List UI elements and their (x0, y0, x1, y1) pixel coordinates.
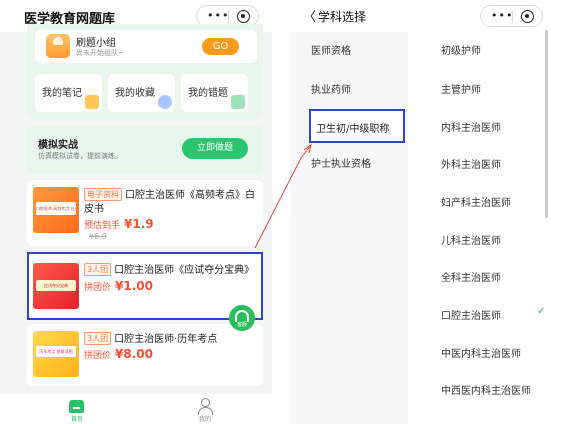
mock-exam-subtitle: 仿真模拟试卷，提前演练。 (38, 152, 122, 160)
subject-item[interactable]: 儿科主治医师 (441, 232, 501, 247)
notes-icon (85, 95, 99, 109)
category-item-doctor[interactable]: 医师资格 (311, 42, 351, 57)
my-favorites-label: 我的收藏 (115, 88, 155, 99)
category-item-label: 卫生初/中级职称 (316, 124, 390, 135)
headset-label: 客服 (236, 322, 247, 328)
category-item-nurse[interactable]: 护士执业资格 (311, 155, 371, 170)
check-icon: ✓ (537, 306, 546, 317)
more-icon[interactable]: ••• (491, 9, 513, 22)
product-price: ¥1.9 (124, 217, 154, 231)
product-card-whitepaper[interactable]: 口腔医师 高频考点 白皮书 电子资料口腔主治医师《高频考点》白皮书 预估到手¥1… (27, 180, 263, 246)
category-item-pharmacist[interactable]: 执业药师 (311, 81, 351, 96)
thumb-caption: 历年考点 思维导图 (36, 346, 76, 357)
mock-exam-title: 模拟实战 (38, 140, 78, 151)
back-icon[interactable]: 〈 (303, 6, 316, 25)
subject-item[interactable]: 全科主治医师 (441, 269, 501, 284)
tab-me[interactable]: 我的 (193, 414, 217, 423)
study-group-icon (46, 34, 70, 58)
my-favorites-button[interactable]: 我的收藏 (108, 74, 175, 112)
product-tag: 电子资料 (84, 188, 122, 201)
product-price-line: 预估到手 ¥1.9 (84, 217, 154, 231)
more-icon[interactable]: ••• (207, 9, 229, 22)
subject-item[interactable]: 外科主治医师 (441, 156, 501, 171)
left-phone-screen: 医学教育网题库 ••• 刷题小组 尚未开始组队~ GO 我的笔记 我的收藏 我的… (0, 0, 272, 424)
my-notes-label: 我的笔记 (42, 88, 82, 99)
close-miniprogram-icon[interactable] (237, 10, 250, 23)
subject-item[interactable]: 初级护师 (441, 42, 481, 57)
bottom-tab-bar: 首页 我的 (0, 394, 272, 424)
product-name: 口腔主治医师·历年考点 (114, 334, 218, 345)
product-price-line: 拼团价 ¥8.00 (84, 347, 153, 361)
right-phone-screen: 〈 学科选择 ••• 医师资格 执业药师 卫生初/中级职称 护士执业资格 初级护… (290, 0, 566, 424)
product-thumbnail: 历年考点 思维导图 (33, 331, 79, 377)
study-group-go-button[interactable]: GO (202, 38, 239, 55)
capsule-divider (512, 10, 513, 23)
subject-item[interactable]: 主管护师 (441, 81, 481, 96)
product-title: 电子资料 口腔主治医师《高频考点》白皮书 (84, 188, 260, 217)
my-mistakes-button[interactable]: 我的错题 (181, 74, 248, 112)
home-icon[interactable] (69, 400, 84, 413)
mock-exam-card[interactable]: 模拟实战 仿真模拟试卷，提前演练。 立即做题 (27, 126, 263, 174)
subject-item[interactable]: 妇产科主治医师 (441, 194, 511, 209)
scrollbar[interactable] (545, 30, 548, 218)
my-notes-button[interactable]: 我的笔记 (35, 74, 102, 112)
product-title: 3人团 口腔主治医师·历年考点 (84, 332, 260, 347)
subject-item[interactable]: 内科主治医师 (441, 119, 501, 134)
product-thumbnail: 口腔医师 高频考点 白皮书 (33, 187, 79, 233)
capsule-divider (228, 10, 229, 23)
study-group-title: 刷题小组 (76, 38, 116, 49)
customer-service-button[interactable]: 客服 (229, 305, 255, 331)
original-price: ¥6.9 (89, 232, 107, 241)
product-tag: 3人团 (84, 332, 112, 345)
tab-home[interactable]: 首页 (66, 414, 88, 423)
thumb-caption: 口腔医师 高频考点 白皮书 (36, 202, 76, 215)
subject-item[interactable]: 中西医内科主治医师 (441, 382, 531, 397)
price-label: 预估到手 (84, 221, 121, 231)
study-group-card[interactable]: 刷题小组 尚未开始组队~ GO (35, 30, 257, 63)
right-miniprogram-capsule[interactable]: ••• (480, 5, 543, 27)
subject-item[interactable]: 中医内科主治医师 (441, 345, 521, 360)
star-icon (158, 95, 172, 109)
start-practice-button[interactable]: 立即做题 (182, 138, 248, 159)
product-card-past-exams[interactable]: 历年考点 思维导图 3人团 口腔主治医师·历年考点 拼团价 ¥8.00 (27, 324, 263, 386)
subject-item-selected[interactable]: 口腔主治医师 (441, 307, 501, 322)
my-mistakes-label: 我的错题 (188, 88, 228, 99)
category-item-health-title[interactable]: 卫生初/中级职称 (309, 109, 405, 143)
study-group-subtitle: 尚未开始组队~ (76, 49, 124, 57)
mistakes-icon (231, 95, 245, 109)
close-miniprogram-icon[interactable] (521, 10, 534, 23)
product-price: ¥8.00 (115, 347, 153, 361)
profile-icon[interactable] (197, 398, 213, 415)
annotation-highlight-product (27, 252, 263, 320)
price-label: 拼团价 (84, 351, 112, 361)
page-title: 学科选择 (318, 10, 367, 24)
